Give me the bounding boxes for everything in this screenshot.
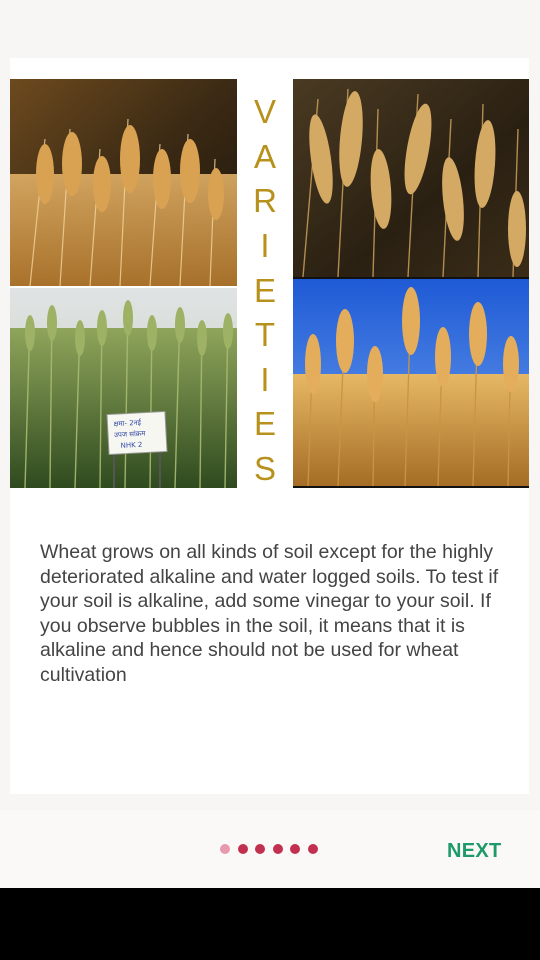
wheat-photo-collage: क्षमा- 2नई उपज सांक्रम NHK 2 V A R I E T… (10, 79, 529, 488)
sign-line-1: क्षमा- 2नई (113, 418, 142, 428)
title-letter: T (254, 316, 276, 354)
varieties-vertical-title: V A R I E T I E S (237, 95, 293, 485)
system-navigation-bar (0, 888, 540, 960)
onboarding-screen: क्षमा- 2नई उपज सांक्रम NHK 2 V A R I E T… (0, 0, 540, 960)
title-letter: E (253, 405, 276, 443)
content-card: क्षमा- 2नई उपज सांक्रम NHK 2 V A R I E T… (10, 58, 529, 794)
title-letter: S (253, 450, 276, 487)
golden-wheat-blue-sky-image (293, 277, 529, 488)
title-letter: A (253, 137, 276, 175)
next-button[interactable]: NEXT (447, 840, 502, 863)
title-letter: V (253, 93, 276, 130)
title-letter: I (260, 226, 270, 264)
title-letter: R (253, 182, 277, 220)
ripe-wheat-ears-image (293, 79, 529, 277)
title-letter: E (253, 271, 276, 309)
page-dot-active[interactable] (220, 844, 230, 854)
description-text: Wheat grows on all kinds of soil except … (40, 541, 499, 686)
page-dot[interactable] (237, 844, 248, 854)
green-wheat-field-image: क्षमा- 2नई उपज सांक्रम NHK 2 (10, 288, 237, 488)
sign-line-2: उपज सांक्रम (114, 430, 147, 440)
title-letter: I (260, 360, 270, 398)
page-dot[interactable] (307, 844, 318, 854)
page-dot[interactable] (272, 844, 283, 854)
page-dot[interactable] (255, 844, 266, 854)
bottom-navigation: NEXT (0, 810, 540, 888)
page-dot[interactable] (290, 844, 301, 854)
golden-wheat-closeup-image (10, 79, 237, 286)
sign-line-3: NHK 2 (120, 441, 142, 450)
page-indicator (220, 844, 318, 854)
